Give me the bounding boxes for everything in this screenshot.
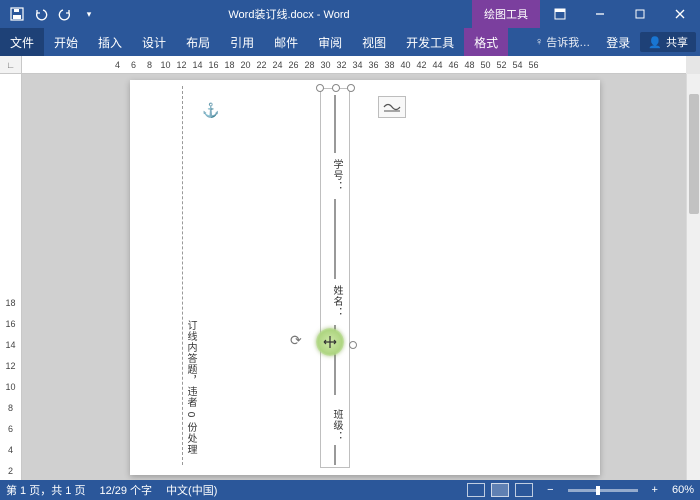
ruler-corner[interactable]: ∟ — [0, 56, 22, 74]
qat-customize-button[interactable]: ▾ — [78, 3, 100, 25]
tell-me-search[interactable]: ♀告诉我… — [529, 34, 596, 50]
tab-mailings[interactable]: 邮件 — [264, 28, 308, 56]
tab-references[interactable]: 引用 — [220, 28, 264, 56]
undo-button[interactable] — [30, 3, 52, 25]
zoom-level[interactable]: 60% — [672, 484, 694, 496]
tab-file[interactable]: 文件 — [0, 28, 44, 56]
field-banji: 班级： — [329, 409, 344, 442]
binding-note-text: 订线内答题，违者 0 份处理 — [183, 320, 198, 455]
minimize-button[interactable] — [580, 0, 620, 28]
login-button[interactable]: 登录 — [600, 34, 636, 51]
print-layout-button[interactable] — [491, 483, 509, 497]
tab-review[interactable]: 审阅 — [308, 28, 352, 56]
view-buttons — [467, 483, 533, 497]
field-xingming: 姓名： — [329, 285, 344, 318]
move-cursor-icon — [322, 334, 338, 350]
textbox-line-2 — [335, 199, 336, 279]
textbox-line-4 — [335, 445, 336, 465]
status-bar: 第 1 页，共 1 页 12/29 个字 中文(中国) − + 60% — [0, 480, 700, 500]
tab-design[interactable]: 设计 — [132, 28, 176, 56]
document-canvas: ∟ 46810121416182022242628303234363840424… — [0, 56, 700, 480]
selected-textbox[interactable]: 学号： 姓名： 班级： — [320, 88, 350, 468]
cursor-highlight — [316, 328, 344, 356]
status-language[interactable]: 中文(中国) — [166, 482, 217, 498]
field-xuehao: 学号： — [329, 159, 344, 192]
scrollbar-thumb[interactable] — [689, 94, 699, 214]
resize-handle-nw[interactable] — [316, 84, 324, 92]
anchor-icon: ⚓ — [202, 102, 219, 119]
tab-insert[interactable]: 插入 — [88, 28, 132, 56]
horizontal-ruler[interactable]: 4681012141618202224262830323436384042444… — [22, 56, 686, 74]
save-button[interactable] — [6, 3, 28, 25]
web-layout-button[interactable] — [515, 483, 533, 497]
page[interactable]: ⚓ 订线内答题，违者 0 份处理 学号： 姓名： 班级： — [130, 80, 600, 475]
share-icon: 👤 — [648, 36, 662, 49]
layout-options-icon[interactable]: ⟳ — [290, 332, 302, 349]
resize-handle-e[interactable] — [349, 341, 357, 349]
read-mode-button[interactable] — [467, 483, 485, 497]
vertical-ruler[interactable]: 24681012141618 — [0, 74, 22, 480]
restore-button[interactable] — [620, 0, 660, 28]
status-word-count[interactable]: 12/29 个字 — [99, 482, 152, 498]
document-viewport[interactable]: ⚓ 订线内答题，违者 0 份处理 学号： 姓名： 班级： — [22, 74, 686, 480]
tab-developer[interactable]: 开发工具 — [396, 28, 464, 56]
tab-view[interactable]: 视图 — [352, 28, 396, 56]
close-button[interactable] — [660, 0, 700, 28]
document-title: Word装订线.docx - Word — [106, 6, 472, 22]
zoom-slider[interactable] — [568, 489, 638, 492]
resize-handle-n[interactable] — [332, 84, 340, 92]
zoom-out-button[interactable]: − — [547, 484, 553, 496]
ribbon-tabs: 文件 开始 插入 设计 布局 引用 邮件 审阅 视图 开发工具 格式 ♀告诉我…… — [0, 28, 700, 56]
title-bar: ▾ Word装订线.docx - Word 绘图工具 — [0, 0, 700, 28]
vertical-scrollbar[interactable] — [686, 74, 700, 480]
resize-handle-ne[interactable] — [347, 84, 355, 92]
zoom-in-button[interactable]: + — [652, 484, 658, 496]
ribbon-display-options-button[interactable] — [540, 0, 580, 28]
redo-button[interactable] — [54, 3, 76, 25]
status-page[interactable]: 第 1 页，共 1 页 — [6, 482, 85, 498]
tab-home[interactable]: 开始 — [44, 28, 88, 56]
layout-options-button[interactable] — [378, 96, 406, 118]
share-button[interactable]: 👤共享 — [640, 32, 696, 52]
textbox-line-1 — [335, 95, 336, 153]
window-controls — [540, 0, 700, 28]
tab-layout[interactable]: 布局 — [176, 28, 220, 56]
tab-format[interactable]: 格式 — [464, 28, 508, 56]
drawing-tools-context-tab: 绘图工具 — [472, 0, 540, 28]
quick-access-toolbar: ▾ — [0, 3, 106, 25]
